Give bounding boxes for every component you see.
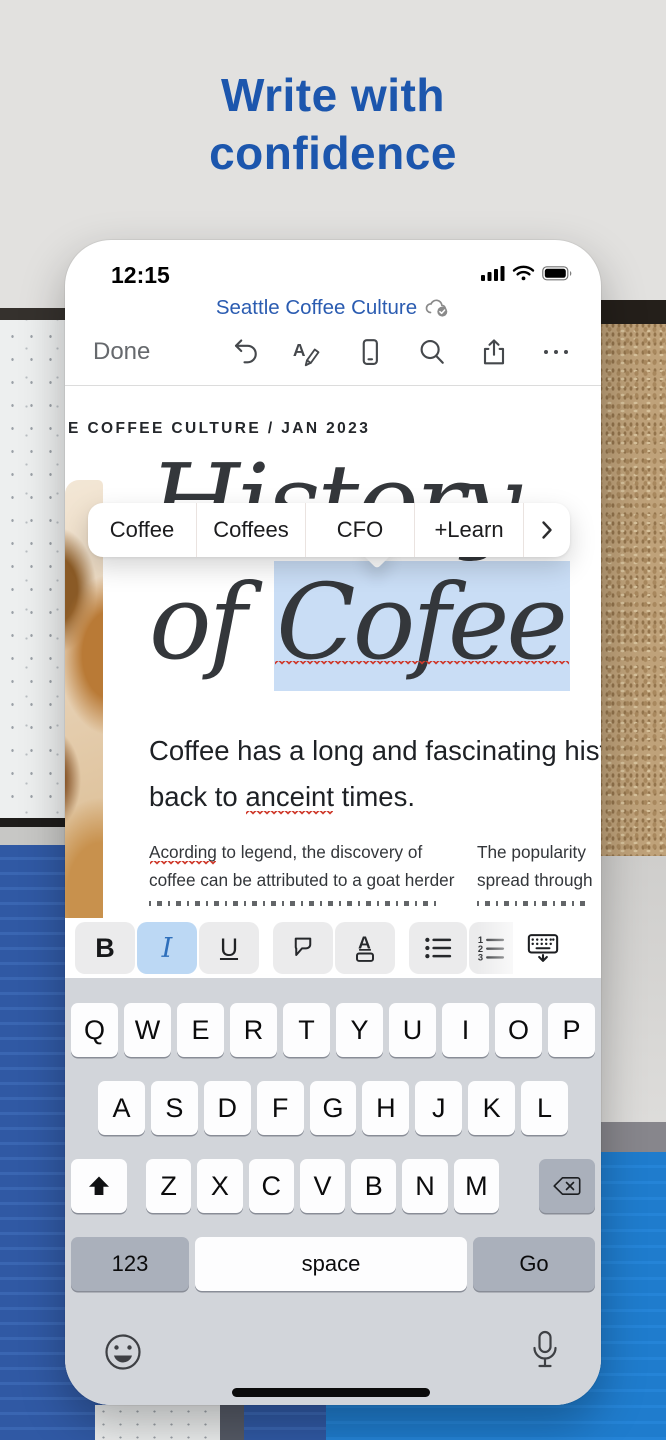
highlighter-icon[interactable] (273, 922, 333, 974)
status-icons (481, 265, 573, 281)
search-icon[interactable] (417, 337, 447, 367)
clipped-text-line (149, 901, 441, 906)
keyboard: QWERTYUIOP ASDFGHJKL ZXCVBNM 123 space G… (65, 978, 601, 1405)
more-icon[interactable] (541, 344, 571, 374)
share-icon[interactable] (479, 337, 509, 367)
mobile-view-icon[interactable] (355, 337, 385, 367)
document-heading: History of Cofee (149, 442, 570, 682)
column-left: Acording to legend, the discovery of cof… (149, 838, 441, 906)
keyboard-key[interactable]: E (177, 1003, 224, 1057)
underline-button[interactable]: U (199, 922, 259, 974)
bullet-list-icon[interactable] (409, 922, 467, 974)
done-button[interactable]: Done (93, 338, 150, 366)
status-time: 12:15 (111, 262, 170, 289)
backspace-icon[interactable] (539, 1159, 595, 1213)
go-key[interactable]: Go (473, 1237, 595, 1291)
column-right: The popularity spread through (477, 838, 601, 906)
cellular-signal-icon (481, 265, 505, 281)
keyboard-key[interactable]: Q (71, 1003, 118, 1057)
suggestion-item[interactable]: +Learn (414, 503, 523, 557)
selected-misspelled-word[interactable]: Cofee (274, 561, 570, 691)
hero-title: Write with confidence (0, 66, 666, 182)
suggestion-item[interactable]: Coffees (196, 503, 305, 557)
document-title[interactable]: Seattle Coffee Culture (216, 296, 417, 320)
shift-icon[interactable] (71, 1159, 127, 1213)
document-page[interactable]: E COFFEE CULTURE / JAN 2023 History of C… (65, 386, 601, 918)
keyboard-key[interactable]: T (283, 1003, 330, 1057)
clipped-text-line (477, 901, 589, 906)
document-paragraph: Coffee has a long and fascinating histor… (149, 728, 601, 819)
svg-text:A: A (293, 340, 306, 360)
keyboard-key[interactable]: F (257, 1081, 304, 1135)
document-title-row: Seattle Coffee Culture (65, 296, 601, 320)
keyboard-key[interactable]: D (204, 1081, 251, 1135)
keyboard-key[interactable]: M (454, 1159, 499, 1213)
keyboard-key[interactable]: R (230, 1003, 277, 1057)
phone-mockup: 12:15 Seattle Coffee Culture (65, 240, 601, 1405)
wifi-icon (512, 265, 535, 281)
keyboard-key[interactable]: K (468, 1081, 515, 1135)
bold-button[interactable]: B (75, 922, 135, 974)
font-color-icon[interactable]: A (335, 922, 395, 974)
italic-button-active[interactable]: I (137, 922, 197, 974)
keyboard-key[interactable]: C (249, 1159, 294, 1213)
keyboard-key[interactable]: O (495, 1003, 542, 1057)
chevron-right-icon[interactable] (523, 503, 570, 557)
keyboard-key[interactable]: N (402, 1159, 447, 1213)
heading-line-2: of Cofee (149, 562, 570, 682)
format-bar: B I U A 123 (65, 918, 601, 978)
misspelled-word: Acording (149, 842, 217, 862)
keyboard-key[interactable]: G (310, 1081, 357, 1135)
keyboard-key[interactable]: U (389, 1003, 436, 1057)
numbers-key[interactable]: 123 (71, 1237, 189, 1291)
background-bottom-edge (220, 1405, 244, 1440)
suggestion-item[interactable]: CFO (305, 503, 414, 557)
breadcrumb: E COFFEE CULTURE / JAN 2023 (68, 420, 370, 438)
keyboard-key[interactable]: L (521, 1081, 568, 1135)
top-toolbar: Done A (65, 330, 601, 376)
emoji-icon[interactable] (101, 1330, 145, 1374)
keyboard-key[interactable]: H (362, 1081, 409, 1135)
keyboard-key[interactable]: X (197, 1159, 242, 1213)
keyboard-key[interactable]: B (351, 1159, 396, 1213)
suggestion-popup: CoffeeCoffeesCFO+Learn (88, 503, 570, 557)
home-indicator[interactable] (232, 1388, 430, 1397)
keyboard-key[interactable]: V (300, 1159, 345, 1213)
mic-icon[interactable] (525, 1328, 565, 1376)
cloud-check-icon (424, 298, 450, 318)
keyboard-key[interactable]: Z (146, 1159, 191, 1213)
undo-icon[interactable] (231, 337, 261, 367)
keyboard-key[interactable]: I (442, 1003, 489, 1057)
keyboard-key[interactable]: Y (336, 1003, 383, 1057)
space-key[interactable]: space (195, 1237, 467, 1291)
keyboard-key[interactable]: P (548, 1003, 595, 1057)
keyboard-key[interactable]: W (124, 1003, 171, 1057)
keyboard-key[interactable]: S (151, 1081, 198, 1135)
dismiss-keyboard-icon[interactable] (521, 928, 565, 968)
keyboard-key[interactable]: J (415, 1081, 462, 1135)
keyboard-key[interactable]: A (98, 1081, 145, 1135)
proofing-pen-icon[interactable]: A (291, 337, 321, 367)
misspelled-word: anceint (245, 781, 334, 812)
suggestion-item[interactable]: Coffee (88, 503, 196, 557)
background-bottom-panel (95, 1405, 220, 1440)
battery-icon (542, 266, 573, 281)
